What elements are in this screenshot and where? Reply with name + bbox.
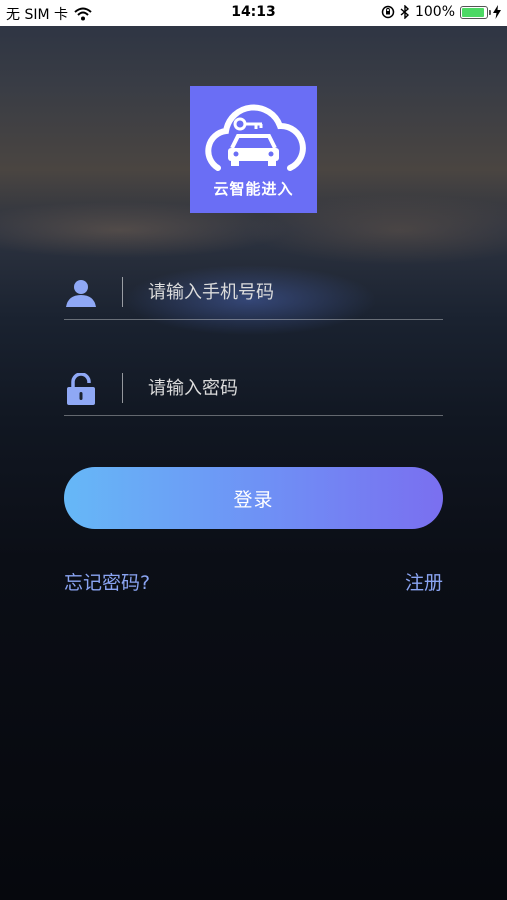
app-logo: 云智能进入 [190,86,317,213]
phone-input[interactable] [148,275,438,309]
bluetooth-icon [400,5,409,19]
logo-text: 云智能进入 [213,180,294,198]
login-button[interactable]: 登录 [64,467,443,529]
register-link[interactable]: 注册 [405,568,443,595]
field-divider [122,277,123,307]
key-icon [233,117,263,131]
user-icon [66,280,96,307]
forgot-password-link[interactable]: 忘记密码? [64,568,150,595]
orientation-lock-icon [381,5,395,19]
status-bar: 无 SIM 卡 14:13 100% [0,0,507,26]
status-right: 100% [381,4,501,20]
password-field [64,363,443,416]
field-divider [122,373,123,403]
car-icon [228,134,279,166]
charging-icon [493,5,501,19]
battery-icon [460,5,491,19]
battery-percent: 100% [414,4,455,20]
lock-icon [67,373,95,405]
password-input[interactable] [148,371,438,405]
phone-field [64,267,443,320]
